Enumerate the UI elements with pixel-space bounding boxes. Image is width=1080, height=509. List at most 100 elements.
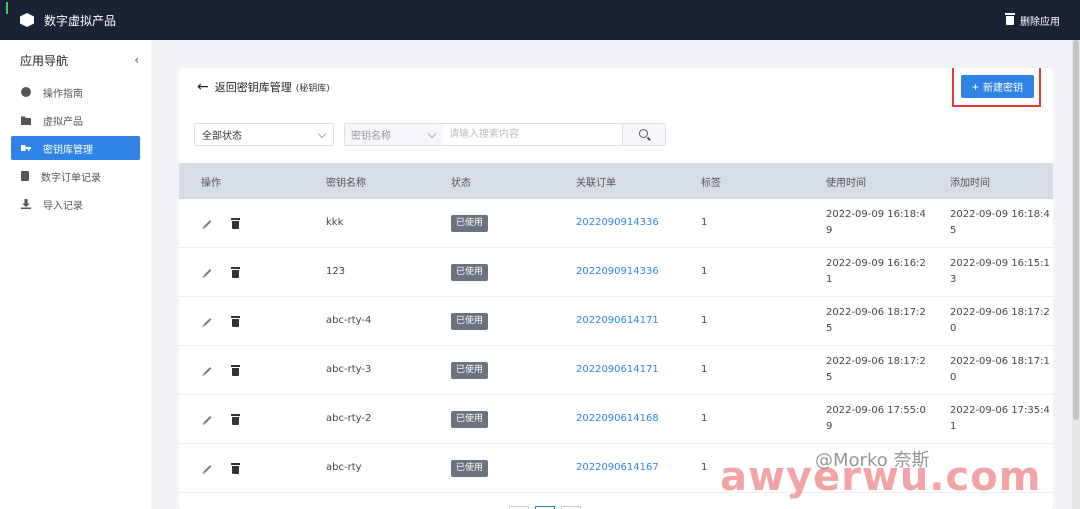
table-row: abc-rty-2 已使用 2022090614168 1 2022-09-06 17:…	[179, 395, 1053, 444]
trash-icon[interactable]	[231, 463, 240, 474]
delete-app-button[interactable]: 删除应用	[1005, 0, 1060, 40]
search-icon	[639, 129, 648, 138]
order-link[interactable]: 2022090614171	[576, 362, 659, 378]
used-time-line2: 5	[826, 372, 833, 383]
added-time-line2: 0	[950, 372, 957, 383]
back-sub-label: (秘钥库)	[295, 83, 330, 94]
status-select[interactable]: 全部状态	[194, 123, 334, 146]
key-name: 123	[326, 266, 346, 277]
added-time-line1: 2022-09-06 18:17:2	[950, 307, 1050, 318]
trash-icon[interactable]	[231, 218, 240, 229]
order-link[interactable]: 2022090614168	[576, 411, 659, 427]
column-header: 状态	[451, 177, 471, 189]
field-select[interactable]: 密钥名称	[344, 123, 444, 146]
edit-icon[interactable]	[203, 465, 212, 473]
used-time-line1: 2022-09-06 18:17:2	[826, 356, 926, 367]
delete-app-label: 删除应用	[1020, 16, 1060, 28]
highlight-box: + 新建密钥	[952, 68, 1041, 107]
added-time-line2: 1	[950, 421, 957, 432]
download-icon	[21, 199, 31, 209]
column-header: 添加时间	[950, 177, 990, 189]
top-bar: 数字虚拟产品 删除应用	[0, 0, 1080, 40]
key-name: abc-rty-4	[326, 315, 372, 326]
sidebar-item-label: 导入记录	[43, 200, 83, 212]
column-header: 关联订单	[576, 177, 616, 189]
collapse-chevron-icon[interactable]: ‹	[134, 53, 139, 67]
compass-icon	[21, 87, 31, 97]
page-scrollbar[interactable]	[1072, 40, 1080, 509]
table-header: 操作 密钥名称 状态 关联订单 标签 使用时间 添加时间	[179, 163, 1053, 199]
sidebar-item-guide[interactable]: 操作指南	[11, 80, 140, 104]
sidebar-item-label: 密钥库管理	[43, 144, 93, 156]
back-link[interactable]: ← 返回密钥库管理 (秘钥库)	[197, 80, 330, 94]
used-time-line1: 2022-09-06 18:17:2	[826, 307, 926, 318]
sidebar-item-virtual-products[interactable]: 虚拟产品	[11, 108, 140, 132]
key-name: kkk	[326, 217, 344, 228]
scrollbar-thumb[interactable]	[1073, 40, 1079, 420]
edit-icon[interactable]	[203, 367, 212, 375]
status-select-value: 全部状态	[202, 131, 242, 142]
key-name: abc-rty-2	[326, 413, 372, 424]
order-link[interactable]: 2022090614171	[576, 313, 659, 329]
field-select-value: 密钥名称	[351, 131, 391, 142]
cube-logo-icon	[20, 13, 34, 27]
status-badge: 已使用	[451, 264, 489, 281]
used-time-line1: 2022-09-06 17:55:0	[826, 405, 926, 416]
added-time-line1: 2022-09-06 17:35:4	[950, 405, 1050, 416]
edit-icon[interactable]	[203, 269, 212, 277]
order-link[interactable]: 2022090614167	[576, 460, 659, 476]
key-name: abc-rty	[326, 462, 362, 473]
order-link[interactable]: 2022090914336	[576, 215, 659, 231]
status-badge: 已使用	[451, 411, 489, 428]
chevron-down-icon	[427, 129, 437, 139]
table-row: kkk 已使用 2022090914336 1 2022-09-09 16:18:4 9 2…	[179, 199, 1053, 248]
tag-value: 1	[701, 364, 708, 375]
edit-icon[interactable]	[203, 220, 212, 228]
tag-value: 1	[701, 462, 708, 473]
plus-icon: +	[971, 79, 979, 94]
main-card: ← 返回密钥库管理 (秘钥库) + 新建密钥 全部状态 密钥名称 操作 密钥名称…	[179, 68, 1053, 509]
key-name: abc-rty-3	[326, 364, 372, 375]
arrow-left-icon: ←	[197, 79, 209, 95]
new-key-button[interactable]: + 新建密钥	[961, 75, 1034, 98]
trash-icon[interactable]	[231, 316, 240, 327]
sidebar-header: 应用导航 ‹	[0, 40, 151, 80]
added-time-line2: 0	[950, 323, 957, 334]
search-input[interactable]	[443, 123, 623, 146]
tag-value: 1	[701, 217, 708, 228]
clipboard-icon	[21, 171, 29, 181]
used-time-line1: 2022-09-09 16:18:4	[826, 209, 926, 220]
column-header: 操作	[201, 177, 221, 189]
sidebar-item-digital-orders[interactable]: 数字订单记录	[11, 164, 140, 188]
trash-icon[interactable]	[231, 267, 240, 278]
tag-value: 1	[701, 266, 708, 277]
used-time-line2: 1	[826, 274, 833, 285]
folder-icon	[21, 116, 31, 125]
edit-icon[interactable]	[203, 318, 212, 326]
sidebar: 应用导航 ‹ 操作指南 虚拟产品 密钥库管理 数字订单记录 导入记录	[0, 40, 151, 509]
table-row: 123 已使用 2022090914336 1 2022-09-09 16:16:2 1 2…	[179, 248, 1053, 297]
app-title: 数字虚拟产品	[44, 13, 117, 28]
column-header: 使用时间	[826, 177, 866, 189]
sidebar-item-key-library[interactable]: 密钥库管理	[11, 136, 140, 160]
used-time-line1: 2022-09-09 16:16:2	[826, 258, 926, 269]
key-icon	[21, 145, 31, 151]
status-badge: 已使用	[451, 215, 489, 232]
added-time-line1: 2022-09-09 16:15:1	[950, 258, 1050, 269]
back-label: 返回密钥库管理	[214, 81, 292, 94]
window-indicator	[6, 2, 8, 14]
column-header: 密钥名称	[326, 177, 366, 189]
table-row: abc-rty-4 已使用 2022090614171 1 2022-09-06 18:…	[179, 297, 1053, 346]
order-link[interactable]: 2022090914336	[576, 264, 659, 280]
sidebar-item-import-records[interactable]: 导入记录	[11, 192, 140, 216]
watermark: awyerwu.com	[720, 454, 1042, 500]
trash-icon[interactable]	[231, 365, 240, 376]
added-time-line2: 5	[950, 225, 957, 236]
search-button[interactable]	[622, 123, 666, 146]
added-time-line2: 3	[950, 274, 957, 285]
trash-icon[interactable]	[231, 414, 240, 425]
edit-icon[interactable]	[203, 416, 212, 424]
new-key-label: 新建密钥	[983, 83, 1023, 94]
used-time-line2: 9	[826, 225, 833, 236]
column-header: 标签	[701, 177, 721, 189]
